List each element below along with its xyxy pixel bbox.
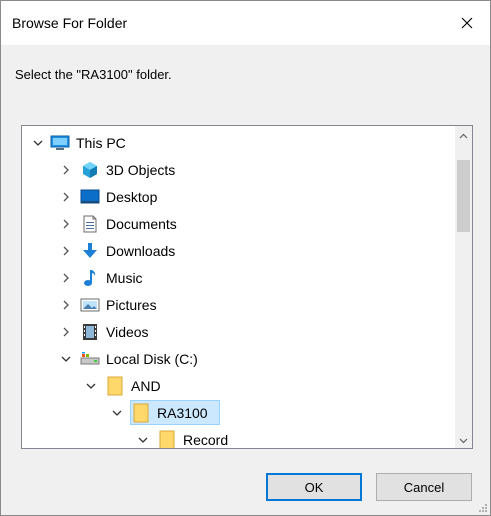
chevron-up-icon	[459, 126, 468, 144]
vertical-scrollbar[interactable]	[455, 126, 472, 448]
tree-item-music[interactable]: Music	[22, 264, 452, 291]
computer-icon	[50, 134, 70, 152]
chevron-right-icon[interactable]	[58, 297, 74, 313]
scroll-down-button[interactable]	[455, 431, 472, 448]
tree-item-label: AND	[131, 377, 161, 394]
folder-tree[interactable]: This PC 3D Objects Desktop Documents Dow…	[21, 125, 473, 449]
chevron-down-icon	[459, 431, 468, 449]
tree-item-downloads[interactable]: Downloads	[22, 237, 452, 264]
chevron-right-icon[interactable]	[58, 243, 74, 259]
chevron-right-icon[interactable]	[58, 162, 74, 178]
tree-item-label: 3D Objects	[106, 161, 176, 178]
music-icon	[80, 269, 100, 287]
ok-button[interactable]: OK	[266, 473, 362, 501]
folder-icon	[131, 403, 151, 422]
tree-item-label: Record	[183, 431, 229, 448]
tree-item-pictures[interactable]: Pictures	[22, 291, 452, 318]
tree-item-label: Videos	[106, 323, 149, 340]
chevron-down-icon[interactable]	[109, 405, 125, 421]
instruction-text: Select the "RA3100" folder.	[15, 67, 172, 82]
chevron-right-icon[interactable]	[58, 189, 74, 205]
cancel-button[interactable]: Cancel	[376, 473, 472, 501]
tree-item-label: Desktop	[106, 188, 158, 205]
folder-icon	[105, 376, 125, 395]
folder-icon	[157, 430, 177, 448]
scroll-up-button[interactable]	[455, 126, 472, 143]
chevron-down-icon[interactable]	[83, 378, 99, 394]
tree-item-videos[interactable]: Videos	[22, 318, 452, 345]
tree-item-record[interactable]: Record	[22, 426, 452, 448]
tree-item-and[interactable]: AND	[22, 372, 452, 399]
tree-item-label: This PC	[76, 134, 126, 151]
browse-for-folder-dialog: Browse For Folder Select the "RA3100" fo…	[0, 0, 491, 516]
folder-tree-rows: This PC 3D Objects Desktop Documents Dow…	[22, 129, 452, 448]
tree-item-desktop[interactable]: Desktop	[22, 183, 452, 210]
title-bar[interactable]: Browse For Folder	[1, 1, 490, 45]
tree-item-label: Music	[106, 269, 143, 286]
chevron-right-icon[interactable]	[58, 216, 74, 232]
tree-item-documents[interactable]: Documents	[22, 210, 452, 237]
tree-item-3d-objects[interactable]: 3D Objects	[22, 156, 452, 183]
videos-icon	[80, 323, 100, 341]
chevron-right-icon[interactable]	[58, 324, 74, 340]
close-button[interactable]	[444, 1, 490, 45]
tree-item-ra3100[interactable]: RA3100	[22, 399, 452, 426]
chevron-down-icon[interactable]	[58, 351, 74, 367]
tree-item-local-disk-c[interactable]: Local Disk (C:)	[22, 345, 452, 372]
window-title: Browse For Folder	[12, 15, 128, 31]
tree-item-label: Documents	[106, 215, 177, 232]
3d-objects-icon	[80, 161, 100, 179]
chevron-down-icon[interactable]	[30, 135, 46, 151]
pictures-icon	[80, 296, 100, 314]
scrollbar-thumb[interactable]	[457, 160, 470, 232]
chevron-down-icon[interactable]	[135, 432, 151, 448]
close-icon	[461, 17, 473, 29]
tree-item-label: Pictures	[106, 296, 157, 313]
desktop-icon	[80, 188, 100, 206]
tree-item-label: RA3100	[157, 404, 208, 421]
resize-grip-icon[interactable]	[478, 503, 488, 513]
documents-icon	[80, 215, 100, 233]
drive-icon	[80, 350, 100, 368]
downloads-icon	[80, 242, 100, 260]
tree-item-this-pc[interactable]: This PC	[22, 129, 452, 156]
tree-item-label: Downloads	[106, 242, 176, 259]
chevron-right-icon[interactable]	[58, 270, 74, 286]
tree-item-label: Local Disk (C:)	[106, 350, 198, 367]
